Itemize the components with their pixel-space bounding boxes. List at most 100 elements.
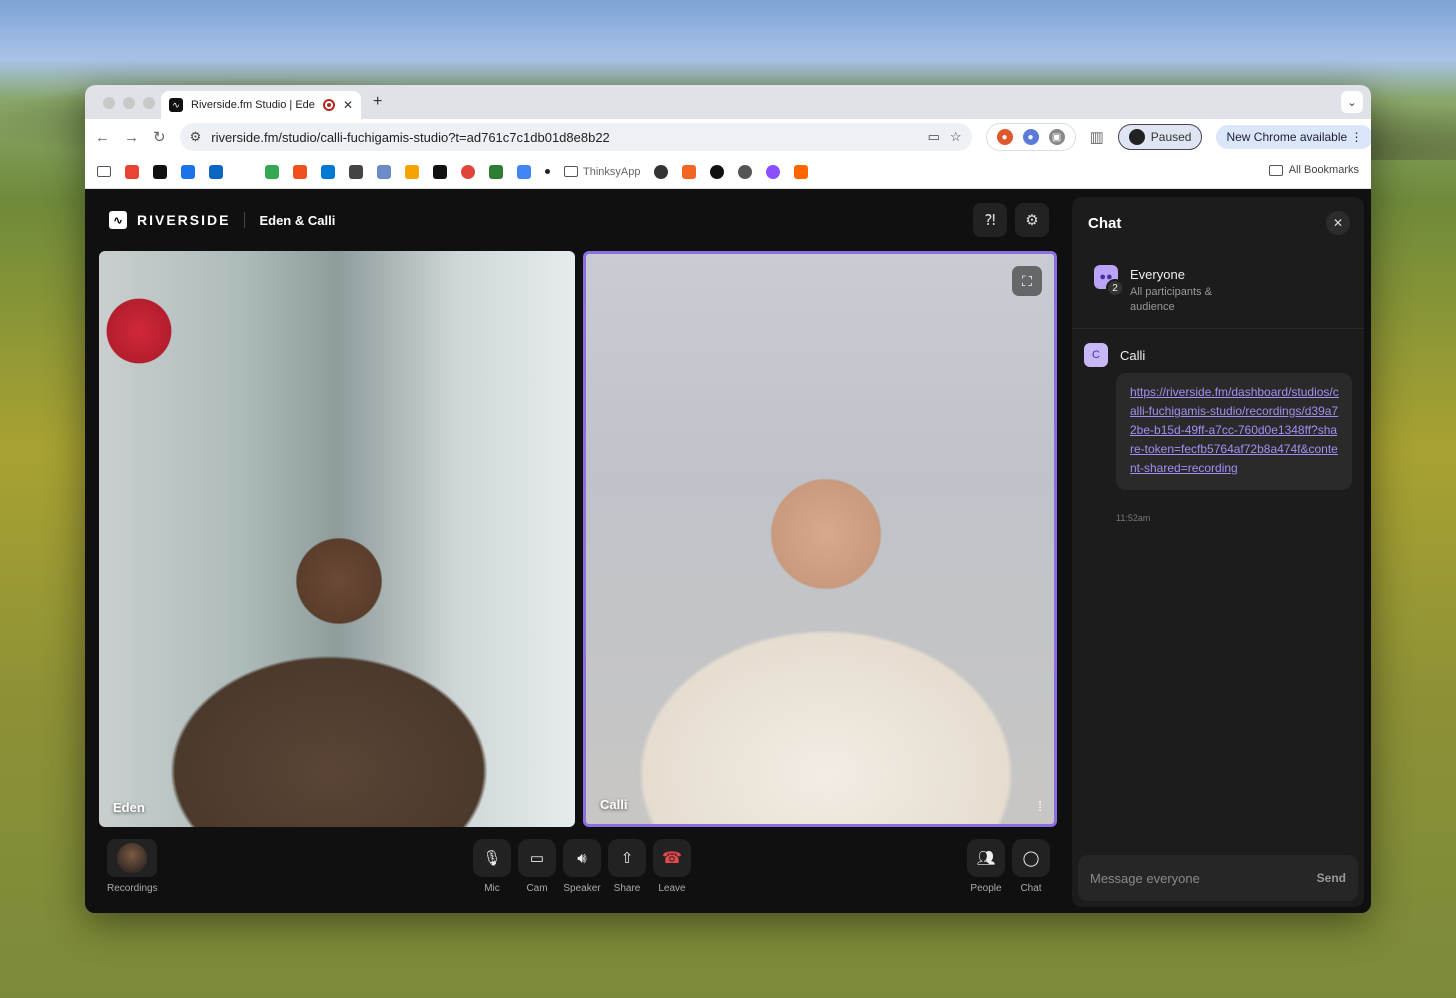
- all-bookmarks-button[interactable]: All Bookmarks: [1268, 164, 1359, 176]
- leave-label: Leave: [658, 883, 686, 894]
- triangle-bookmark-icon[interactable]: [517, 164, 531, 179]
- back-arrow-icon[interactable]: ←: [95, 129, 110, 146]
- send-button[interactable]: Send: [1317, 871, 1346, 885]
- analytics-bookmark-icon[interactable]: [405, 164, 419, 179]
- audio-level-icon: ⁞: [1038, 798, 1042, 814]
- chat-channel-everyone[interactable]: ●● 2 Everyone All participants & audienc…: [1072, 251, 1364, 329]
- update-label: New Chrome available: [1226, 130, 1348, 144]
- hang-up-icon[interactable]: ☎: [653, 839, 691, 877]
- top-actions: ⁈ ⚙: [973, 203, 1049, 237]
- mic-button[interactable]: 🎙︎ Mic: [473, 839, 511, 894]
- camera-icon[interactable]: ▭: [518, 839, 556, 877]
- cam-label: Cam: [526, 883, 548, 894]
- update-chrome-button[interactable]: New Chrome available ⋮: [1216, 125, 1371, 149]
- reload-icon[interactable]: ↻: [153, 128, 166, 146]
- close-chat-icon[interactable]: ✕: [1326, 211, 1350, 235]
- extensions-puzzle-icon[interactable]: ▣: [1048, 129, 1065, 145]
- share-screen-icon[interactable]: ⇧: [608, 839, 646, 877]
- speaker-button[interactable]: 🔊︎ Speaker: [563, 839, 601, 894]
- mail-bookmark-icon[interactable]: [377, 164, 391, 179]
- duckduckgo-extension-icon[interactable]: ●: [996, 129, 1013, 145]
- people-button[interactable]: 👥︎ People: [967, 839, 1005, 894]
- message-bubble: https://riverside.fm/dashboard/studios/c…: [1116, 373, 1352, 490]
- share-label: Share: [613, 883, 641, 894]
- browser-toolbar: ← → ↻ ⚙ riverside.fm/studio/calli-fuchig…: [85, 119, 1371, 155]
- profile-button[interactable]: Paused: [1117, 124, 1203, 150]
- chat-button[interactable]: ◯ Chat: [1012, 839, 1050, 894]
- participant-video-calli[interactable]: ⛶ Calli ⁞: [583, 251, 1057, 827]
- gmail-bookmark-icon[interactable]: [125, 164, 139, 179]
- azure-bookmark-icon[interactable]: [321, 164, 335, 179]
- header-divider: [244, 212, 246, 228]
- tab-close-icon[interactable]: ✕: [343, 98, 353, 112]
- participant-video-eden[interactable]: Eden: [99, 251, 575, 827]
- password-extension-icon[interactable]: ●: [1022, 129, 1039, 145]
- cam-button[interactable]: ▭ Cam: [518, 839, 556, 894]
- chat-label: Chat: [1020, 883, 1042, 894]
- shared-recording-link[interactable]: https://riverside.fm/dashboard/studios/c…: [1130, 385, 1339, 475]
- channel-name: Everyone: [1130, 267, 1185, 282]
- author-name: Calli: [1120, 347, 1146, 363]
- participant-count-badge: 2: [1106, 279, 1124, 297]
- recordings-thumbnail: [107, 839, 158, 877]
- riverside-studio: ∿ RIVERSIDE Eden & Calli ⁈ ⚙ Eden ⛶ Call…: [85, 189, 1371, 913]
- figma-bookmark-icon[interactable]: [293, 164, 307, 179]
- new-tab-button[interactable]: +: [373, 93, 382, 111]
- fullscreen-icon[interactable]: ⛶: [1012, 266, 1042, 296]
- message-author: C Calli: [1084, 343, 1145, 367]
- browser-window: ∿ Riverside.fm Studio | Eden ✕ + ⌄ ← → ↻…: [85, 85, 1371, 913]
- speaker-label: Speaker: [563, 883, 601, 894]
- tools-bookmark-icon[interactable]: [349, 164, 363, 179]
- profile-avatar: [1128, 129, 1145, 145]
- openai-bookmark-icon[interactable]: [654, 164, 669, 179]
- tab-search-chevron-icon[interactable]: ⌄: [1341, 91, 1363, 113]
- medium-bookmark-icon[interactable]: [153, 164, 167, 179]
- message-timestamp: 11:52am: [1116, 513, 1151, 523]
- ycombinator-bookmark-icon[interactable]: [794, 164, 809, 179]
- tab-strip: ∿ Riverside.fm Studio | Eden ✕ + ⌄: [85, 85, 1371, 119]
- site-settings-icon[interactable]: ⚙: [190, 129, 202, 145]
- maximize-window-button[interactable]: [143, 97, 155, 109]
- calendar-bookmark-icon[interactable]: [181, 164, 195, 179]
- octopus-bookmark-icon[interactable]: [489, 164, 503, 179]
- side-panel-icon[interactable]: ▥: [1090, 128, 1104, 146]
- producthunt-bookmark-icon[interactable]: [461, 164, 475, 179]
- globe-bookmark-icon[interactable]: [738, 164, 753, 179]
- active-tab[interactable]: ∿ Riverside.fm Studio | Eden ✕: [161, 91, 361, 119]
- bookmarks-bar: ThinksyApp All Bookmarks: [85, 155, 1371, 189]
- linkedin-bookmark-icon[interactable]: [209, 164, 223, 179]
- drive-bookmark-icon[interactable]: [265, 164, 279, 179]
- microphone-icon[interactable]: 🎙︎: [473, 839, 511, 877]
- speaker-icon[interactable]: 🔊︎: [563, 839, 601, 877]
- address-bar[interactable]: ⚙ riverside.fm/studio/calli-fuchigamis-s…: [179, 123, 972, 151]
- bookmark-folder-thinksy[interactable]: ThinksyApp: [564, 166, 640, 178]
- feedback-icon[interactable]: ⁈: [973, 203, 1007, 237]
- kebab-menu-icon[interactable]: ⋮: [1351, 130, 1363, 144]
- leave-button[interactable]: ☎ Leave: [653, 839, 691, 894]
- participant-name: Calli: [600, 797, 628, 812]
- room-name: Eden & Calli: [259, 212, 336, 228]
- profile-status: Paused: [1150, 130, 1192, 144]
- settings-gear-icon[interactable]: ⚙: [1015, 203, 1049, 237]
- message-input[interactable]: [1090, 870, 1317, 886]
- brand-name: RIVERSIDE: [137, 212, 231, 228]
- bookmark-folder-icon[interactable]: [97, 166, 111, 177]
- github-bookmark-icon[interactable]: [710, 164, 725, 179]
- close-window-button[interactable]: [103, 97, 115, 109]
- people-icon[interactable]: 👥︎: [967, 839, 1005, 877]
- recording-indicator-icon: [322, 99, 335, 111]
- bookmark-star-icon[interactable]: ☆: [950, 129, 962, 145]
- orange-bookmark-icon[interactable]: [682, 164, 697, 179]
- message-composer: Send: [1078, 855, 1358, 901]
- minimize-window-button[interactable]: [123, 97, 135, 109]
- chat-bubble-icon[interactable]: ◯: [1012, 839, 1050, 877]
- forward-arrow-icon[interactable]: →: [124, 129, 139, 146]
- mic-label: Mic: [484, 883, 500, 894]
- camera-in-use-icon[interactable]: ▭: [928, 129, 940, 145]
- x-bookmark-icon[interactable]: [433, 164, 447, 179]
- url-text[interactable]: riverside.fm/studio/calli-fuchigamis-stu…: [211, 130, 917, 145]
- twitch-bookmark-icon[interactable]: [766, 164, 781, 179]
- recordings-button[interactable]: Recordings: [107, 839, 158, 894]
- share-button[interactable]: ⇧ Share: [608, 839, 646, 894]
- dot-bookmark-icon[interactable]: [545, 169, 550, 174]
